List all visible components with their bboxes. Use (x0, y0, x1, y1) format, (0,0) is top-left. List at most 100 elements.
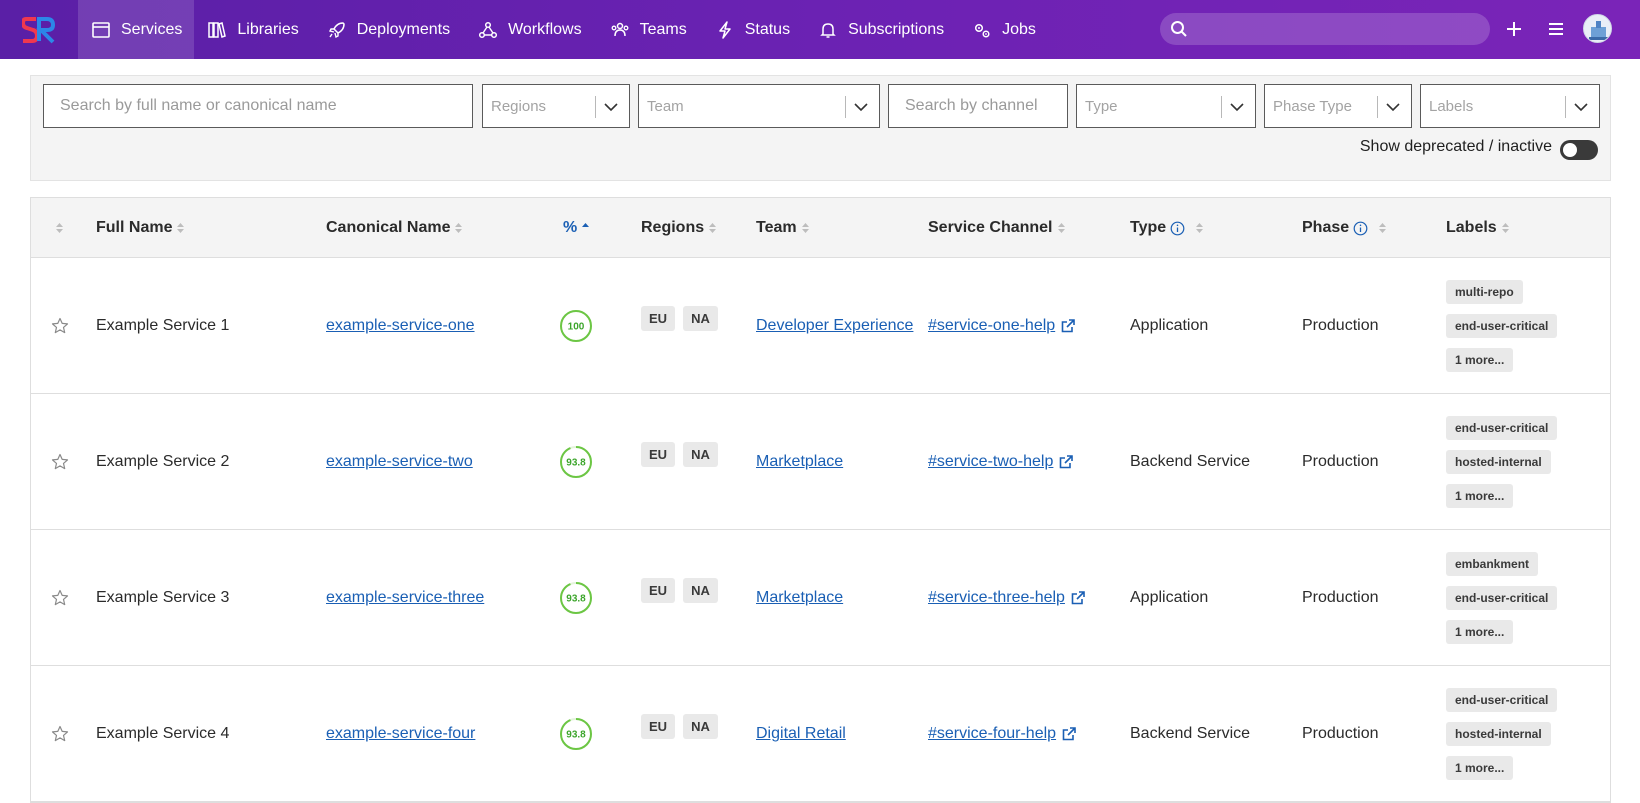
header-labels[interactable]: Labels (1446, 198, 1510, 258)
name-search-placeholder: Search by full name or canonical name (60, 97, 337, 114)
nav-teams[interactable]: Teams (597, 0, 702, 59)
calendar-window-icon (92, 21, 110, 38)
region-badge: EU (641, 306, 676, 331)
phase-type-select[interactable]: Phase Type (1264, 84, 1412, 128)
label-tag[interactable]: hosted-internal (1446, 450, 1551, 474)
label-tag[interactable]: multi-repo (1446, 280, 1523, 304)
regions-select[interactable]: Regions (482, 84, 630, 128)
service-phase: Production (1302, 725, 1379, 742)
info-icon[interactable] (1353, 221, 1368, 236)
header-phase[interactable]: Phase (1302, 198, 1387, 258)
nav-status[interactable]: Status (702, 0, 805, 59)
team-link[interactable]: Digital Retail (756, 725, 846, 743)
score-ring: 93.8 (560, 582, 592, 614)
info-icon[interactable] (1170, 221, 1185, 236)
service-channel-link[interactable]: #service-two-help (928, 453, 1053, 471)
chevron-down-icon (1574, 103, 1588, 112)
header-canonical-name[interactable]: Canonical Name (326, 198, 463, 258)
favorite-star-button[interactable] (51, 258, 69, 394)
sort-icon (177, 223, 185, 233)
team-link[interactable]: Marketplace (756, 453, 843, 471)
more-labels-button[interactable]: 1 more... (1446, 620, 1514, 644)
sort-ascending-icon (582, 223, 590, 227)
header-percent[interactable]: % (563, 198, 590, 258)
label-tag[interactable]: end-user-critical (1446, 416, 1558, 440)
region-badge: EU (641, 578, 676, 603)
favorite-sort-header[interactable] (55, 198, 64, 258)
channel-cell: #service-three-help (928, 530, 1085, 666)
header-label: Team (756, 219, 797, 236)
table-row[interactable]: Example Service 1 example-service-one 10… (31, 258, 1610, 394)
show-deprecated-label: Show deprecated / inactive (1359, 138, 1552, 155)
more-labels-button[interactable]: 1 more... (1446, 348, 1514, 372)
regions-placeholder: Regions (491, 97, 547, 115)
table-row[interactable]: Example Service 3 example-service-three … (31, 530, 1610, 666)
menu-button[interactable] (1543, 16, 1569, 42)
channel-cell: #service-one-help (928, 258, 1075, 394)
team-select[interactable]: Team (638, 84, 880, 128)
team-link[interactable]: Marketplace (756, 589, 843, 607)
nav-workflows[interactable]: Workflows (465, 0, 597, 59)
service-type: Application (1130, 589, 1209, 606)
service-channel-link[interactable]: #service-three-help (928, 589, 1065, 607)
canonical-name-link[interactable]: example-service-one (326, 317, 475, 335)
canonical-name-link[interactable]: example-service-four (326, 725, 475, 743)
services-table: Full Name Canonical Name % Regions Team … (30, 197, 1611, 803)
full-name: Example Service 1 (96, 317, 230, 334)
user-avatar[interactable] (1583, 14, 1612, 43)
canonical-name-link[interactable]: example-service-three (326, 589, 484, 607)
labels-select[interactable]: Labels (1420, 84, 1600, 128)
favorite-star-button[interactable] (51, 666, 69, 802)
add-button[interactable] (1501, 16, 1527, 42)
label-tag[interactable]: end-user-critical (1446, 314, 1558, 338)
star-icon (51, 317, 69, 334)
more-labels-button[interactable]: 1 more... (1446, 756, 1514, 780)
canonical-name-link[interactable]: example-service-two (326, 453, 473, 471)
header-label: Canonical Name (326, 219, 451, 236)
favorite-star-button[interactable] (51, 530, 69, 666)
app-logo[interactable] (0, 0, 78, 59)
more-labels-button[interactable]: 1 more... (1446, 484, 1514, 508)
label-tag[interactable]: hosted-internal (1446, 722, 1551, 746)
header-type[interactable]: Type (1130, 198, 1204, 258)
table-row[interactable]: Example Service 4 example-service-four 9… (31, 666, 1610, 802)
channel-search-input[interactable]: Search by channel (888, 84, 1068, 128)
nav-label: Jobs (1002, 20, 1036, 38)
label-tag[interactable]: end-user-critical (1446, 586, 1558, 610)
header-service-channel[interactable]: Service Channel (928, 198, 1066, 258)
region-badge: NA (683, 714, 718, 739)
external-link-icon[interactable] (1059, 455, 1074, 469)
books-icon (208, 21, 227, 38)
show-deprecated-toggle[interactable] (1560, 140, 1598, 160)
service-channel-link[interactable]: #service-four-help (928, 725, 1056, 743)
labels-placeholder: Labels (1429, 97, 1474, 115)
global-search-input[interactable] (1196, 21, 1476, 37)
header-team[interactable]: Team (756, 198, 810, 258)
service-phase: Production (1302, 589, 1379, 606)
name-search-input[interactable]: Search by full name or canonical name (43, 84, 473, 128)
label-tag[interactable]: embankment (1446, 552, 1539, 576)
external-link-icon[interactable] (1061, 319, 1075, 333)
service-channel-link[interactable]: #service-one-help (928, 317, 1055, 335)
header-full-name[interactable]: Full Name (96, 198, 185, 258)
region-badge: EU (641, 714, 676, 739)
nav-subscriptions[interactable]: Subscriptions (805, 0, 959, 59)
full-name: Example Service 2 (96, 453, 230, 470)
table-row[interactable]: Example Service 2 example-service-two 93… (31, 394, 1610, 530)
filter-panel: Search by full name or canonical name Re… (30, 75, 1611, 181)
nav-libraries[interactable]: Libraries (194, 0, 313, 59)
gears-icon (975, 23, 990, 38)
header-regions[interactable]: Regions (641, 198, 717, 258)
team-link[interactable]: Developer Experience (756, 317, 913, 335)
global-search[interactable] (1160, 13, 1490, 45)
label-tag[interactable]: end-user-critical (1446, 688, 1558, 712)
favorite-star-button[interactable] (51, 394, 69, 530)
nav-jobs[interactable]: Jobs (959, 0, 1051, 59)
nav-deployments[interactable]: Deployments (314, 0, 465, 59)
external-link-icon[interactable] (1062, 727, 1076, 741)
sort-icon (56, 223, 63, 233)
workflow-icon (479, 21, 498, 38)
type-select[interactable]: Type (1076, 84, 1256, 128)
nav-services[interactable]: Services (78, 0, 195, 59)
external-link-icon[interactable] (1071, 591, 1085, 605)
